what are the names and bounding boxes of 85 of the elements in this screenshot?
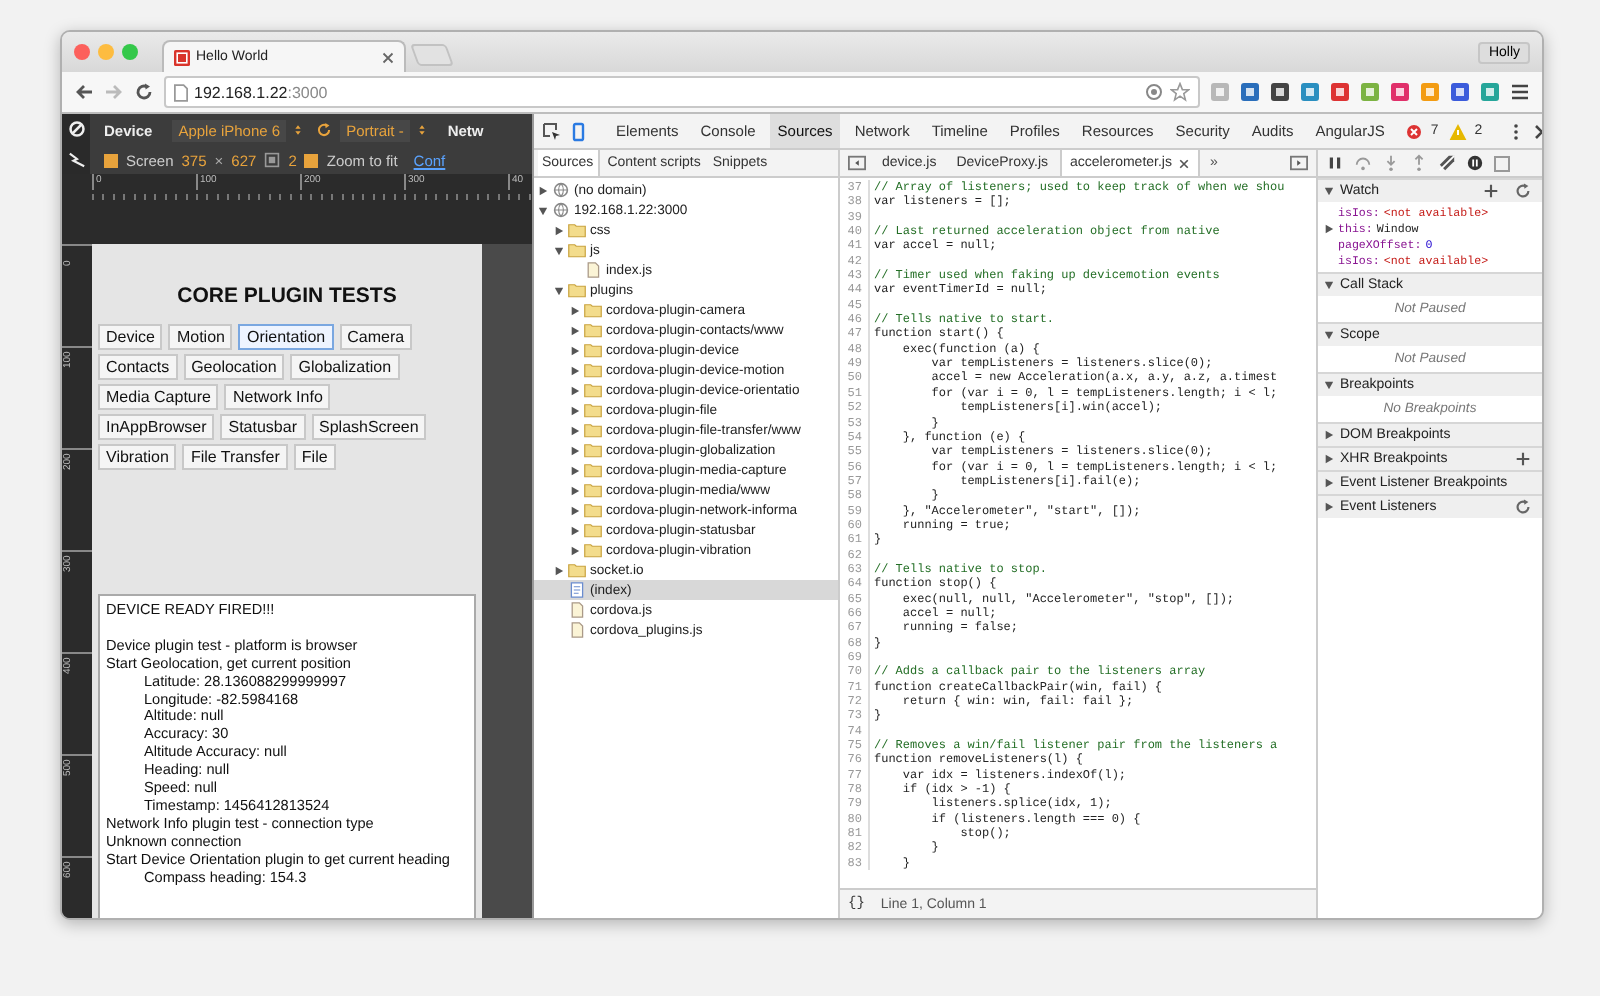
expand-arrow-icon[interactable] [538,205,548,215]
expand-arrow-icon[interactable] [570,485,580,495]
expand-arrow-icon[interactable] [554,245,564,255]
expand-arrow-icon[interactable] [570,545,580,555]
breakpoint-tag-icon[interactable] [1438,154,1456,172]
rotate-icon[interactable] [316,122,333,138]
step-out-icon[interactable] [1410,154,1428,172]
expand-arrow-icon[interactable] [1324,430,1334,440]
expand-arrow-icon[interactable] [570,465,580,475]
pause-circle-icon[interactable] [1466,154,1484,172]
expand-arrow-icon[interactable] [570,385,580,395]
reload-icon[interactable] [134,82,154,102]
url-host: 192.168.1.22 [194,83,288,101]
expand-arrow-icon[interactable] [570,525,580,535]
expand-arrow-icon[interactable] [570,325,580,335]
updown-icon [417,122,426,138]
inspect-icon[interactable] [542,121,562,141]
plugin-test-button[interactable]: Device [98,324,163,350]
plugin-test-button[interactable]: Geolocation [183,354,285,380]
async-checkbox[interactable] [1494,155,1510,171]
plugin-test-button[interactable]: Network Info [224,384,331,410]
expand-arrow-icon[interactable] [554,285,564,295]
refresh-icon[interactable] [1514,182,1532,200]
plugin-test-button[interactable]: Vibration [98,444,177,470]
plugin-test-button[interactable]: Statusbar [220,414,305,440]
plugin-test-button[interactable]: Globalization [290,354,400,380]
expand-arrow-icon[interactable] [538,185,548,195]
document-icon [568,582,586,598]
step-over-icon[interactable] [1354,154,1372,172]
sidebar-toggle-icon[interactable] [1290,154,1308,172]
refresh-icon[interactable] [1514,498,1532,516]
plugin-test-button[interactable]: Motion [168,324,233,350]
expand-arrow-icon[interactable] [570,405,580,415]
expand-arrow-icon[interactable] [570,305,580,315]
close-icon[interactable] [382,51,394,63]
close-icon[interactable] [1177,157,1190,169]
plugin-test-button[interactable]: File Transfer [182,444,288,470]
bookmark-star-icon[interactable] [1170,82,1190,102]
expand-arrow-icon[interactable] [570,505,580,515]
add-icon[interactable] [1482,182,1500,200]
expand-arrow-icon[interactable] [1324,380,1334,390]
updown-icon [294,122,303,138]
warning-icon [1448,121,1469,141]
address-field[interactable]: 192.168.1.22:3000 [164,76,1200,108]
expand-arrow-icon[interactable] [570,425,580,435]
plugin-test-button[interactable]: Contacts [98,354,178,380]
expand-arrow-icon[interactable] [570,345,580,355]
expand-arrow-icon[interactable] [1324,454,1334,464]
expand-arrow-icon[interactable] [1324,478,1334,488]
page-icon [174,83,188,101]
app-favicon-icon [174,49,190,65]
expand-arrow-icon[interactable] [1324,223,1334,233]
globe-icon [552,202,570,218]
add-icon[interactable] [1514,450,1532,468]
url-port: :3000 [287,83,328,101]
error-icon [1404,121,1425,141]
expand-arrow-icon[interactable] [1324,186,1334,196]
file-icon [584,262,602,278]
sidebar-toggle-icon[interactable] [848,154,866,172]
plugin-test-button[interactable]: Media Capture [98,384,219,410]
signal-icon[interactable] [67,150,85,168]
expand-arrow-icon[interactable] [554,225,564,235]
menu-icon[interactable] [1510,82,1530,102]
expand-arrow-icon[interactable] [1324,502,1334,512]
target-icon[interactable] [1144,82,1164,102]
expand-arrow-icon[interactable] [570,365,580,375]
expand-arrow-icon[interactable] [1324,280,1334,290]
globe-icon [552,182,570,198]
plugin-test-button[interactable]: Orientation [238,324,334,350]
pause-icon[interactable] [1326,154,1344,172]
step-into-icon[interactable] [1382,154,1400,172]
plugin-test-button[interactable]: InAppBrowser [98,414,215,440]
expand-arrow-icon[interactable] [554,565,564,575]
back-icon[interactable] [74,82,94,102]
phone-icon[interactable] [568,121,588,141]
no-sign-icon[interactable] [67,120,85,138]
expand-arrow-icon[interactable] [570,445,580,455]
expand-arrow-icon[interactable] [1324,330,1334,340]
plugin-test-button[interactable]: Camera [339,324,413,350]
page-heading: CORE PLUGIN TESTS [175,284,399,308]
screen-checkbox[interactable] [104,153,118,167]
zoom-checkbox[interactable] [304,153,319,167]
plugin-test-button[interactable]: SplashScreen [311,414,427,440]
plugin-test-button[interactable]: File [293,444,336,470]
pixel-ratio-icon [264,152,281,168]
